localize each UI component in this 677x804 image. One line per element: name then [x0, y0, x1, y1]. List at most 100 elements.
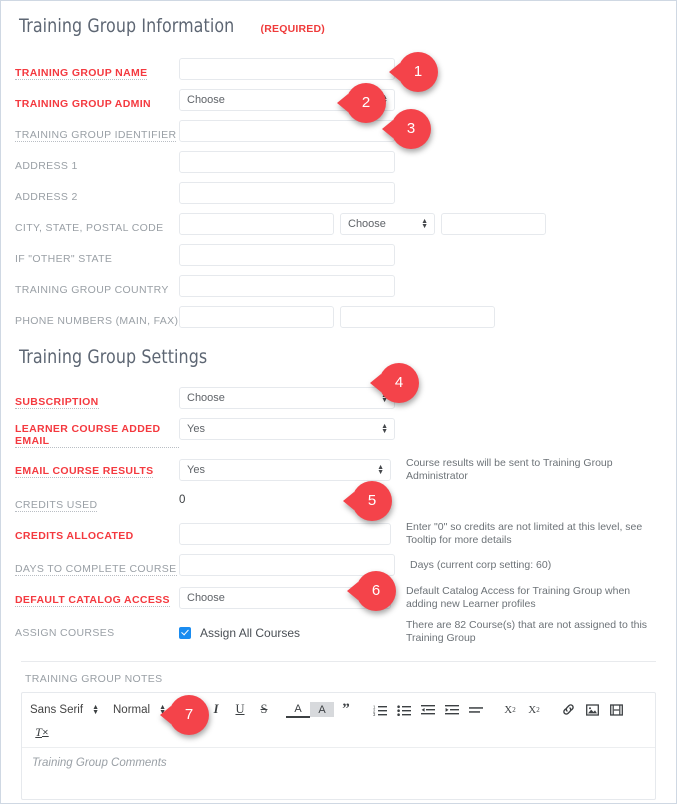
assign-all-courses-label: Assign All Courses — [200, 626, 301, 640]
callout-marker-4: 4 — [379, 363, 419, 403]
page-title: Training Group Information — [19, 15, 235, 37]
callout-number: 4 — [394, 373, 404, 391]
label-learner-course-added-email: LEARNER COURSE ADDED EMAIL — [15, 423, 179, 448]
callout-marker-2: 2 — [346, 83, 386, 123]
callout-marker-5: 5 — [352, 481, 392, 521]
strikethrough-icon[interactable]: S — [252, 700, 276, 719]
superscript-icon[interactable]: X2 — [522, 700, 546, 719]
label-group-identifier: TRAINING GROUP IDENTIFIER — [15, 129, 177, 142]
hint-days-to-complete: Days (current corp setting: 60) — [410, 559, 552, 571]
link-icon[interactable] — [556, 700, 580, 719]
blockquote-icon[interactable]: ” — [334, 700, 358, 719]
subscription-select[interactable]: Choose ▲▼ — [179, 387, 395, 409]
phone-main-input[interactable] — [179, 306, 334, 328]
state-select[interactable]: Choose ▲ ▼ — [340, 213, 435, 235]
image-icon[interactable] — [580, 700, 604, 719]
label-address2: ADDRESS 2 — [15, 191, 78, 203]
outdent-icon[interactable] — [416, 700, 440, 719]
row-days-to-complete: DAYS TO COMPLETE COURSE Days (current co… — [15, 554, 662, 578]
row-country: TRAINING GROUP COUNTRY — [15, 275, 662, 299]
address2-input[interactable] — [179, 182, 395, 204]
label-city-state-postal: CITY, STATE, POSTAL CODE — [15, 222, 164, 234]
callout-number: 5 — [367, 491, 377, 509]
text-color-icon[interactable]: A — [286, 701, 310, 718]
state-value: Choose — [348, 218, 386, 230]
label-training-group-notes: TRAINING GROUP NOTES — [25, 673, 163, 685]
email-course-results-select[interactable]: Yes ▲ ▼ — [179, 458, 391, 481]
label-address1: ADDRESS 1 — [15, 160, 78, 172]
subscript-icon[interactable]: X2 — [498, 700, 522, 719]
underline-icon[interactable]: U — [228, 700, 252, 719]
label-email-course-results: EMAIL COURSE RESULTS — [15, 465, 154, 478]
notes-text-area[interactable]: Training Group Comments — [22, 748, 655, 799]
label-assign-courses: ASSIGN COURSES — [15, 627, 115, 639]
default-catalog-access-value: Choose — [187, 592, 225, 604]
chevron-updown-icon: ▲▼ — [92, 703, 99, 716]
row-default-catalog-access: DEFAULT CATALOG ACCESS Choose ▲▼ Default… — [15, 585, 662, 611]
assign-all-courses-checkbox[interactable] — [179, 627, 191, 639]
row-subscription: SUBSCRIPTION Choose ▲▼ — [15, 387, 662, 411]
indent-icon[interactable] — [440, 700, 464, 719]
row-city-state-postal: CITY, STATE, POSTAL CODE Choose ▲ ▼ — [15, 213, 662, 237]
bullet-list-icon[interactable] — [392, 700, 416, 719]
row-phones: PHONE NUMBERS (MAIN, FAX) — [15, 306, 662, 330]
hint-default-catalog-access: Default Catalog Access for Training Grou… — [406, 585, 631, 610]
chevron-updown-icon: ▲▼ — [377, 463, 384, 476]
label-group-admin: TRAINING GROUP ADMIN — [15, 98, 151, 110]
row-address2: ADDRESS 2 — [15, 182, 662, 206]
learner-course-added-email-select[interactable]: Yes ▲ ▼ — [179, 418, 395, 440]
label-phones: PHONE NUMBERS (MAIN, FAX) — [15, 315, 179, 327]
postal-code-input[interactable] — [441, 213, 546, 235]
learner-course-added-email-value: Yes — [187, 423, 205, 435]
credits-used-value: 0 — [179, 494, 186, 506]
video-icon[interactable] — [604, 700, 628, 719]
hint-email-course-results: Course results will be sent to Training … — [406, 457, 613, 482]
group-identifier-input[interactable] — [179, 120, 395, 142]
chevron-updown-icon: ▲▼ — [421, 218, 428, 230]
country-input[interactable] — [179, 275, 395, 297]
chevron-updown-icon: ▲▼ — [381, 423, 388, 435]
clear-formatting-icon[interactable]: T ✕ — [30, 723, 54, 742]
label-group-name: TRAINING GROUP NAME — [15, 67, 148, 80]
row-other-state: IF "OTHER" STATE — [15, 244, 662, 268]
phone-fax-input[interactable] — [340, 306, 495, 328]
callout-marker-1: 1 — [398, 52, 438, 92]
callout-marker-6: 6 — [356, 571, 396, 611]
row-address1: ADDRESS 1 — [15, 151, 662, 175]
credits-allocated-input[interactable] — [179, 523, 391, 545]
callout-marker-7: 7 — [169, 695, 209, 735]
font-family-value: Sans Serif — [30, 703, 84, 716]
city-input[interactable] — [179, 213, 334, 235]
callout-number: 1 — [413, 62, 423, 80]
hint-assign-courses: There are 82 Course(s) that are not assi… — [406, 619, 648, 644]
address1-input[interactable] — [179, 151, 395, 173]
row-email-course-results: EMAIL COURSE RESULTS Yes ▲ ▼ Course resul… — [15, 456, 662, 483]
label-days-to-complete: DAYS TO COMPLETE COURSE — [15, 563, 177, 576]
label-other-state: IF "OTHER" STATE — [15, 253, 113, 265]
callout-number: 7 — [184, 705, 194, 723]
label-subscription: SUBSCRIPTION — [15, 396, 99, 409]
label-default-catalog-access: DEFAULT CATALOG ACCESS — [15, 594, 170, 607]
information-section-header: Training Group Information (REQUIRED) — [19, 15, 662, 37]
row-assign-courses: ASSIGN COURSES Assign All Courses There … — [15, 618, 662, 645]
row-group-name: TRAINING GROUP NAME — [15, 58, 662, 82]
ordered-list-icon[interactable]: 123 — [368, 700, 392, 719]
label-country: TRAINING GROUP COUNTRY — [15, 284, 169, 296]
group-name-input[interactable] — [179, 58, 395, 80]
other-state-input[interactable] — [179, 244, 395, 266]
align-icon[interactable] — [464, 700, 488, 719]
subscription-value: Choose — [187, 392, 225, 404]
settings-title: Training Group Settings — [19, 346, 208, 368]
label-credits-allocated: CREDITS ALLOCATED — [15, 530, 134, 542]
notes-divider — [21, 661, 656, 662]
row-group-identifier: TRAINING GROUP IDENTIFIER — [15, 120, 662, 144]
notes-editor: Sans Serif ▲▼ Normal ▲▼ B I U S A A ” 12… — [21, 692, 656, 800]
settings-section-header: Training Group Settings — [19, 346, 662, 368]
hint-credits-allocated: Enter "0" so credits are not limited at … — [406, 521, 643, 546]
days-to-complete-input[interactable] — [179, 554, 395, 576]
font-family-select[interactable]: Sans Serif ▲ ▼ — [30, 704, 99, 716]
font-size-select[interactable]: Normal ▲▼ — [113, 704, 166, 716]
highlight-color-icon[interactable]: A — [310, 702, 334, 717]
callout-number: 6 — [371, 581, 381, 599]
callout-number: 2 — [361, 93, 371, 111]
